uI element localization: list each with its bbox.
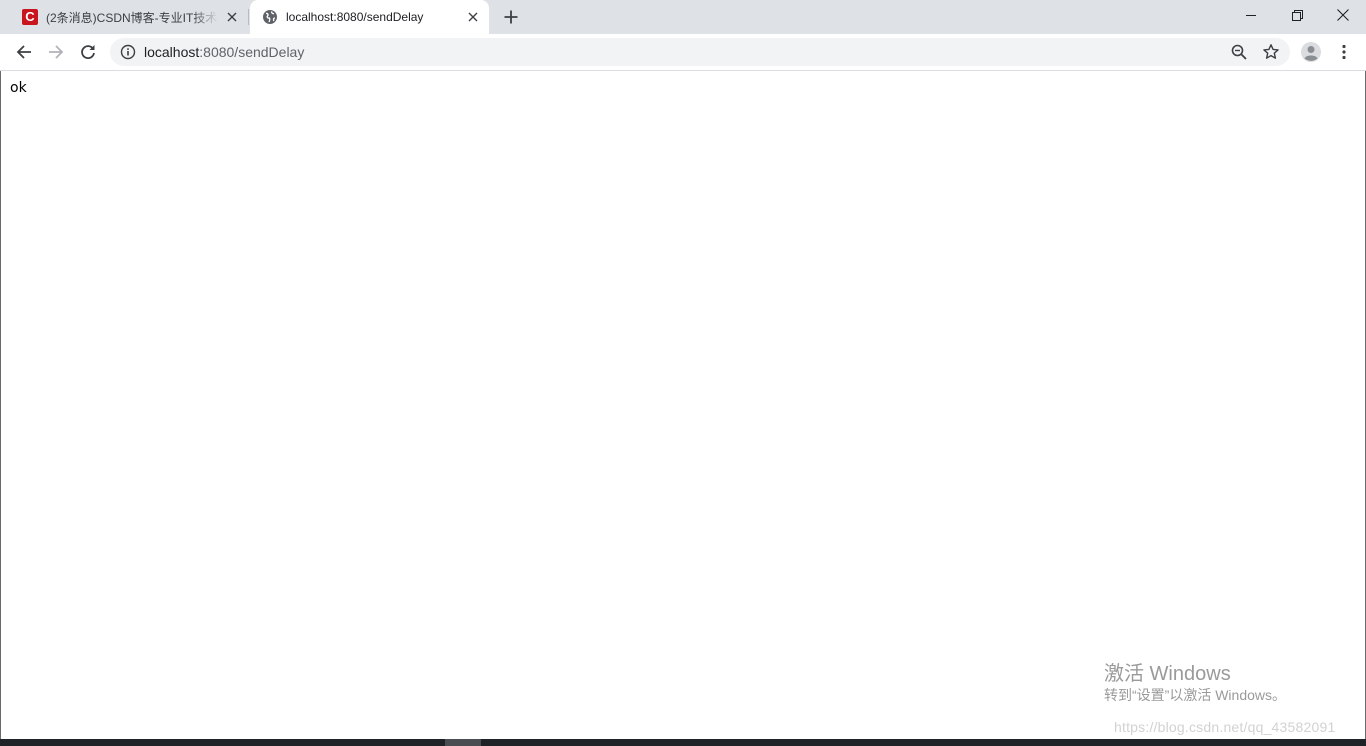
star-icon[interactable] xyxy=(1262,43,1280,61)
new-tab-button[interactable] xyxy=(500,6,522,28)
browser-toolbar: localhost:8080/sendDelay xyxy=(0,34,1366,71)
csdn-watermark: https://blog.csdn.net/qq_43582091 xyxy=(1114,719,1336,735)
url-path: :8080/sendDelay xyxy=(199,44,305,60)
arrow-right-icon xyxy=(49,45,64,59)
forward-button[interactable] xyxy=(41,37,71,67)
tab-separator xyxy=(248,9,249,25)
tab-csdn[interactable]: C (2条消息)CSDN博客-专业IT技术 xyxy=(8,0,248,34)
minimize-icon xyxy=(1246,15,1256,16)
restore-icon xyxy=(1291,9,1303,21)
response-text: ok xyxy=(10,80,27,96)
tab-title: localhost:8080/sendDelay xyxy=(286,10,424,24)
minimize-button[interactable] xyxy=(1228,0,1274,30)
url-text[interactable]: localhost:8080/sendDelay xyxy=(144,38,304,66)
reload-icon xyxy=(81,45,95,59)
reload-button[interactable] xyxy=(73,37,103,67)
arrow-left-icon xyxy=(16,45,31,59)
menu-button[interactable] xyxy=(1334,40,1354,64)
tab-localhost[interactable]: localhost:8080/sendDelay xyxy=(250,0,489,34)
close-icon[interactable] xyxy=(224,9,240,25)
tab-title: (2条消息)CSDN博客-专业IT技术 xyxy=(46,10,218,25)
csdn-logo-icon: C xyxy=(22,9,38,25)
info-icon[interactable] xyxy=(120,44,136,60)
activate-windows-title: 激活 Windows xyxy=(1104,663,1231,685)
close-icon xyxy=(1337,9,1349,21)
page-content: ok xyxy=(2,71,1364,738)
activate-windows-subtitle: 转到“设置”以激活 Windows。 xyxy=(1104,687,1287,703)
url-host: localhost xyxy=(144,44,200,60)
back-button[interactable] xyxy=(9,37,39,67)
restore-button[interactable] xyxy=(1274,0,1320,30)
tab-strip: C (2条消息)CSDN博客-专业IT技术 localhost:8080/sen… xyxy=(0,0,1366,34)
close-icon[interactable] xyxy=(465,9,481,25)
taskbar-active-item[interactable] xyxy=(445,739,481,746)
taskbar xyxy=(0,739,1366,746)
avatar-icon xyxy=(1301,42,1321,62)
globe-icon xyxy=(262,9,278,25)
plus-icon xyxy=(504,10,518,24)
address-bar[interactable]: localhost:8080/sendDelay xyxy=(110,38,1290,66)
window-close-button[interactable] xyxy=(1320,0,1366,30)
profile-avatar[interactable] xyxy=(1300,41,1322,63)
zoom-icon[interactable] xyxy=(1230,43,1248,61)
more-vertical-icon xyxy=(1342,44,1346,60)
